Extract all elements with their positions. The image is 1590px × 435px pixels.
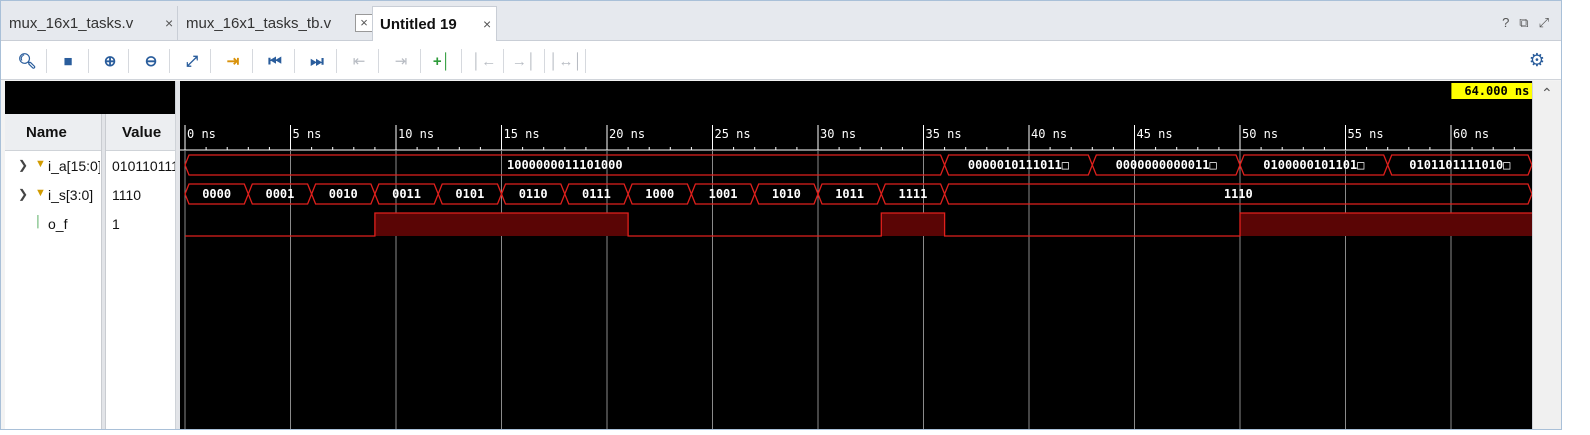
i-a-wave-segment-label: 0000000000011□ — [1116, 158, 1217, 172]
scroll-up-icon[interactable]: ⌃ — [1541, 85, 1553, 102]
i-a-wave-segment-label: 0101101111010□ — [1409, 158, 1510, 172]
timeline-tick-label: 5 ns — [293, 127, 322, 141]
i-s-wave-segment-label: 1110 — [1224, 187, 1253, 201]
bus-icon: ▼ — [35, 187, 46, 199]
signal-value: 0101101111010000 — [112, 158, 175, 174]
i-s-wave-segment-label: 0101 — [455, 187, 484, 201]
add-marker-icon[interactable]: +│ — [431, 50, 453, 72]
tab-label: mux_16x1_tasks.v — [9, 14, 134, 32]
signal-row-i-a[interactable]: ❯ ▼ i_a[15:0] 0101101111010000 — [5, 153, 175, 181]
close-icon[interactable]: × — [355, 14, 373, 32]
close-icon[interactable]: × — [483, 16, 491, 32]
zoom-fit-icon[interactable]: ⤢ — [181, 50, 203, 72]
signal-value: 1 — [112, 216, 120, 232]
tab-untitled-19[interactable]: Untitled 19 × — [372, 6, 497, 41]
vertical-scrollbar[interactable]: ⌃ — [1532, 81, 1561, 429]
i-s-wave-segment-label: 0001 — [265, 187, 294, 201]
zoom-out-icon[interactable]: ⊖ — [140, 50, 162, 72]
previous-marker-icon[interactable]: │← — [472, 50, 496, 72]
restore-icon[interactable]: ⧉ — [1519, 15, 1528, 31]
i-s-wave-segment-label: 1000 — [645, 187, 674, 201]
signal-name: i_s[3:0] — [48, 187, 94, 203]
help-icon[interactable]: ? — [1502, 15, 1509, 31]
timeline-tick-label: 30 ns — [820, 127, 856, 141]
bus-icon: ▼ — [35, 158, 46, 170]
timeline-tick-label: 0 ns — [187, 127, 216, 141]
timeline-tick-label: 60 ns — [1453, 127, 1489, 141]
i-a-wave-segment-label: 0000010111011□ — [968, 158, 1069, 172]
i-s-wave-segment-label: 0011 — [392, 187, 421, 201]
o-f-high-fill — [881, 213, 945, 236]
cursor-time-label: 64.000 ns — [1464, 84, 1529, 98]
tab-label: mux_16x1_tasks_tb.v — [186, 14, 332, 32]
zoom-in-icon[interactable]: ⊕ — [99, 50, 121, 72]
toolbar: 🔍︎ ■ ⊕ ⊖ ⤢ ⇥ ⏮︎ ⏭︎ ⇤ ⇥ +│ │← →│ │↔│ ⚙︎ — [1, 41, 1561, 80]
tab-label: Untitled 19 — [380, 15, 457, 33]
go-to-time-zero-icon[interactable]: ⏮︎ — [264, 50, 286, 72]
i-s-wave-segment-label: 0010 — [329, 187, 358, 201]
signal-row-o-f[interactable]: │ o_f 1 — [5, 211, 175, 239]
previous-transition-icon[interactable]: ⇤ — [348, 50, 370, 72]
i-s-wave-segment-label: 1010 — [772, 187, 801, 201]
expand-icon[interactable]: ❯ — [18, 187, 28, 201]
timeline-tick-label: 20 ns — [609, 127, 645, 141]
name-column-header[interactable]: Name — [26, 124, 67, 141]
i-s-wave-segment-label: 0000 — [202, 187, 231, 201]
bit-signal-icon: │ — [35, 216, 42, 228]
window-controls: ? ⧉ ⤢ — [1502, 15, 1549, 31]
expand-icon[interactable]: ❯ — [18, 158, 28, 172]
search-icon[interactable]: 🔍︎ — [16, 50, 38, 72]
settings-icon[interactable]: ⚙︎ — [1529, 50, 1545, 71]
i-s-wave-segment-label: 1111 — [898, 187, 927, 201]
signal-row-i-s[interactable]: ❯ ▼ i_s[3:0] 1110 — [5, 182, 175, 210]
timeline-tick-label: 40 ns — [1031, 127, 1067, 141]
next-transition-icon[interactable]: ⇥ — [390, 50, 412, 72]
i-s-wave-segment-label: 0110 — [519, 187, 548, 201]
i-a-wave-segment-label: 0100000101101□ — [1263, 158, 1364, 172]
i-s-wave-segment-label: 1011 — [835, 187, 864, 201]
timeline-tick-label: 35 ns — [926, 127, 962, 141]
signal-list-header: Name Value — [5, 114, 175, 151]
timeline-tick-label: 55 ns — [1348, 127, 1384, 141]
tab-mux-16x1-tasks[interactable]: mux_16x1_tasks.v × — [5, 6, 175, 40]
i-a-wave-segment-label: 1000000011101000 — [507, 158, 623, 172]
next-marker-icon[interactable]: →│ — [512, 50, 536, 72]
timeline-tick-label: 50 ns — [1242, 127, 1278, 141]
waveform-canvas[interactable]: 0 ns 5 ns 10 ns 15 ns 20 ns 25 ns 30 ns 35 ns 40… — [180, 81, 1532, 429]
go-to-last-time-icon[interactable]: ⏭︎ — [306, 50, 328, 72]
signal-name: i_a[15:0] — [48, 158, 100, 174]
signal-value: 1110 — [112, 187, 142, 203]
go-to-cursor-icon[interactable]: ⇥ — [222, 50, 244, 72]
timeline-tick-label: 10 ns — [398, 127, 434, 141]
swap-cursors-icon[interactable]: │↔│ — [549, 50, 583, 72]
timeline-tick-label: 45 ns — [1137, 127, 1173, 141]
close-icon[interactable]: × — [165, 15, 173, 31]
waveform-window: mux_16x1_tasks.v × mux_16x1_tasks_tb.v ×… — [0, 0, 1562, 430]
tab-mux-16x1-tasks-tb[interactable]: mux_16x1_tasks_tb.v × — [177, 6, 373, 40]
save-icon[interactable]: ■ — [57, 50, 79, 72]
tab-bar: mux_16x1_tasks.v × mux_16x1_tasks_tb.v ×… — [1, 1, 1561, 41]
maximize-icon[interactable]: ⤢ — [1539, 15, 1549, 31]
value-column-header[interactable]: Value — [122, 124, 161, 141]
timeline-tick-label: 25 ns — [715, 127, 751, 141]
i-s-wave-segment-label: 1001 — [709, 187, 738, 201]
o-f-high-fill — [374, 213, 629, 236]
signal-list-panel: Name Value ❯ ▼ i_a[15:0] 010110111101000… — [5, 81, 175, 429]
i-s-wave-segment-label: 0111 — [582, 187, 611, 201]
timeline-tick-label: 15 ns — [504, 127, 540, 141]
o-f-high-fill — [1240, 213, 1532, 236]
signal-name: o_f — [48, 216, 68, 232]
